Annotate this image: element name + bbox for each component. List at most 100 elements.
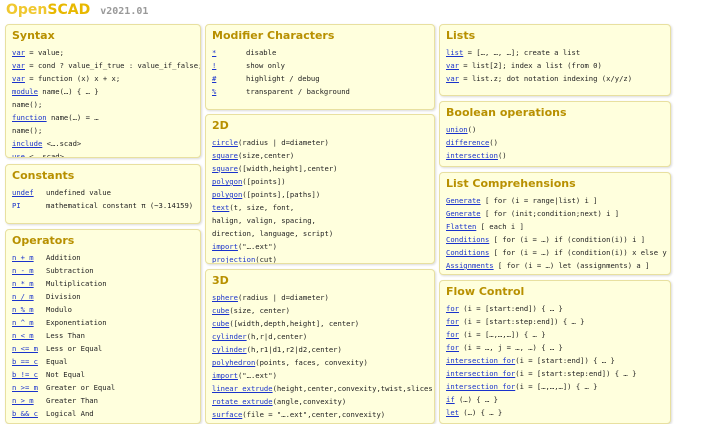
code-line[interactable]: import("….ext") — [212, 369, 428, 382]
item-key[interactable]: undef — [12, 186, 46, 199]
item-key[interactable]: n > m — [12, 394, 46, 407]
item-key[interactable]: # — [212, 72, 246, 85]
code-line[interactable]: Conditions [ for (i = …) if (condition(i… — [446, 246, 670, 259]
item-key[interactable]: n < m — [12, 329, 46, 342]
code-line[interactable]: cylinder(h,r|d,center) — [212, 330, 428, 343]
code-line[interactable]: list = […, …, …]; create a list — [446, 46, 664, 59]
item-key[interactable]: % — [212, 85, 246, 98]
keyword-link[interactable]: Conditions — [446, 235, 489, 244]
keyword-link[interactable]: var — [12, 74, 25, 83]
item-key[interactable]: n % m — [12, 303, 46, 316]
keyword-link[interactable]: cylinder — [212, 345, 247, 354]
item-key[interactable]: n / m — [12, 290, 46, 303]
keyword-link[interactable]: polygon — [212, 177, 242, 186]
code-line[interactable]: Generate [ for (i = range|list) i ] — [446, 194, 664, 207]
keyword-link[interactable]: import — [212, 371, 238, 380]
keyword-link[interactable]: difference — [446, 138, 489, 147]
code-line[interactable]: union() — [446, 123, 664, 136]
code-line[interactable]: linear_extrude(height,center,convexity,t… — [212, 382, 434, 395]
code-line[interactable]: cube(size, center) — [212, 304, 428, 317]
item-key[interactable]: b != c — [12, 368, 46, 381]
code-line[interactable]: square([width,height],center) — [212, 162, 428, 175]
code-line[interactable]: intersection_for(i = […,…,…]) { … } — [446, 380, 664, 393]
keyword-link[interactable]: Generate — [446, 196, 481, 205]
code-line[interactable]: Generate [ for (init;condition;next) i ] — [446, 207, 664, 220]
item-key[interactable]: ! — [212, 59, 246, 72]
keyword-link[interactable]: Conditions — [446, 248, 489, 257]
code-line[interactable]: polyhedron(points, faces, convexity) — [212, 356, 428, 369]
code-line[interactable]: var = cond ? value_if_true : value_if_fa… — [12, 59, 200, 72]
keyword-link[interactable]: text — [212, 203, 229, 212]
keyword-link[interactable]: let — [446, 408, 459, 417]
keyword-link[interactable]: surface — [212, 410, 242, 419]
item-key[interactable]: b == c — [12, 355, 46, 368]
keyword-link[interactable]: include — [12, 139, 42, 148]
item-key[interactable]: n ^ m — [12, 316, 46, 329]
keyword-link[interactable]: for — [446, 317, 459, 326]
keyword-link[interactable]: intersection — [446, 151, 498, 160]
keyword-link[interactable]: cube — [212, 306, 229, 315]
keyword-link[interactable]: projection — [212, 255, 255, 263]
item-key[interactable]: b && c — [12, 407, 46, 420]
code-line[interactable]: use <….scad> — [12, 150, 194, 157]
keyword-link[interactable]: list — [446, 48, 463, 57]
keyword-link[interactable]: import — [212, 242, 238, 251]
keyword-link[interactable]: function — [12, 113, 47, 122]
code-line[interactable]: polygon([points]) — [212, 175, 428, 188]
item-key[interactable]: n <= m — [12, 342, 46, 355]
keyword-link[interactable]: var — [12, 48, 25, 57]
keyword-link[interactable]: polyhedron — [212, 358, 255, 367]
keyword-link[interactable]: for — [446, 330, 459, 339]
code-line[interactable]: for (i = …, j = …, …) { … } — [446, 341, 664, 354]
code-line[interactable]: var = list[2]; index a list (from 0) — [446, 59, 664, 72]
code-line[interactable]: surface(file = "….ext",center,convexity) — [212, 408, 428, 421]
code-line[interactable]: sphere(radius | d=diameter) — [212, 291, 428, 304]
code-line[interactable]: intersection_for(i = [start:end]) { … } — [446, 354, 664, 367]
code-line[interactable]: intersection() — [446, 149, 664, 162]
keyword-link[interactable]: rotate_extrude — [212, 397, 273, 406]
keyword-link[interactable]: polygon — [212, 190, 242, 199]
item-key[interactable]: * — [212, 46, 246, 59]
code-line[interactable]: polygon([points],[paths]) — [212, 188, 428, 201]
code-line[interactable]: function name(…) = … — [12, 111, 194, 124]
keyword-link[interactable]: cylinder — [212, 332, 247, 341]
keyword-link[interactable]: use — [12, 152, 25, 157]
code-line[interactable]: Assignments [ for (i = …) let (assignmen… — [446, 259, 664, 272]
code-line[interactable]: cylinder(h,r1|d1,r2|d2,center) — [212, 343, 428, 356]
code-line[interactable]: difference() — [446, 136, 664, 149]
code-line[interactable]: intersection_for(i = [start:step:end]) {… — [446, 367, 664, 380]
code-line[interactable]: var = list.z; dot notation indexing (x/y… — [446, 72, 664, 85]
code-line[interactable]: for (i = [start:step:end]) { … } — [446, 315, 664, 328]
code-line[interactable]: cube([width,depth,height], center) — [212, 317, 428, 330]
keyword-link[interactable]: Assignments — [446, 261, 494, 270]
code-line[interactable]: var = value; — [12, 46, 194, 59]
logo[interactable]: OpenSCAD — [6, 2, 90, 18]
keyword-link[interactable]: intersection_for — [446, 369, 515, 378]
code-line[interactable]: name(); — [12, 124, 194, 137]
code-line[interactable]: projection(cut) — [212, 253, 428, 263]
keyword-link[interactable]: cube — [212, 319, 229, 328]
keyword-link[interactable]: var — [12, 61, 25, 70]
keyword-link[interactable]: for — [446, 343, 459, 352]
code-line[interactable]: for (i = […,…,…]) { … } — [446, 328, 664, 341]
keyword-link[interactable]: linear_extrude — [212, 384, 273, 393]
code-line[interactable]: square(size,center) — [212, 149, 428, 162]
keyword-link[interactable]: square — [212, 164, 238, 173]
item-key[interactable]: PI — [12, 199, 46, 212]
code-line[interactable]: text(t, size, font, — [212, 201, 428, 214]
keyword-link[interactable]: circle — [212, 138, 238, 147]
keyword-link[interactable]: if — [446, 395, 455, 404]
code-line[interactable]: let (…) { … } — [446, 406, 664, 419]
code-line[interactable]: Flatten [ each i ] — [446, 220, 664, 233]
keyword-link[interactable]: module — [12, 87, 38, 96]
code-line[interactable]: direction, language, script) — [212, 227, 428, 240]
code-line[interactable]: halign, valign, spacing, — [212, 214, 428, 227]
code-line[interactable]: include <….scad> — [12, 137, 194, 150]
keyword-link[interactable]: var — [446, 61, 459, 70]
code-line[interactable]: name(); — [12, 98, 194, 111]
code-line[interactable]: import("….ext") — [212, 240, 428, 253]
keyword-link[interactable]: intersection_for — [446, 382, 515, 391]
code-line[interactable]: var = function (x) x + x; — [12, 72, 194, 85]
item-key[interactable]: n >= m — [12, 381, 46, 394]
keyword-link[interactable]: intersection_for — [446, 356, 515, 365]
